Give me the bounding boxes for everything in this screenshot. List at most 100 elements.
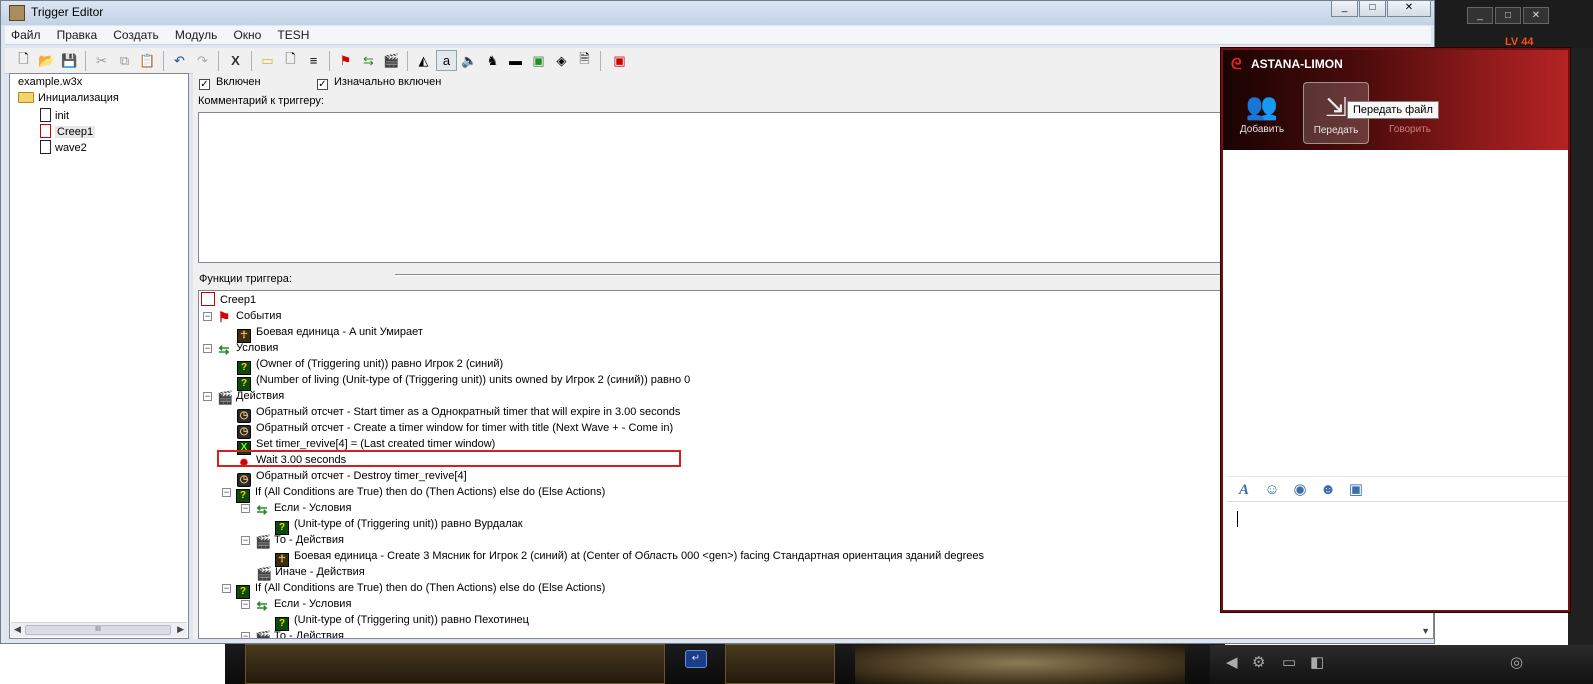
chat-input[interactable] xyxy=(1227,503,1568,608)
message-icon[interactable]: ▭ xyxy=(1282,653,1296,671)
if-block[interactable]: −? If (All Conditions are True) then do (… xyxy=(222,580,605,599)
close-icon[interactable]: ✕ xyxy=(1523,7,1549,24)
maximize-icon[interactable]: □ xyxy=(1359,0,1386,17)
new-action-icon[interactable]: 🎬 xyxy=(381,50,402,71)
object-manager-icon[interactable]: ◈ xyxy=(551,50,572,71)
redo-icon[interactable]: ↷ xyxy=(192,50,213,71)
sticker-icon[interactable]: ◉ xyxy=(1291,481,1309,499)
object-editor-icon[interactable]: ♞ xyxy=(482,50,503,71)
else-actions-node[interactable]: 🎬 Иначе - Действия xyxy=(256,564,365,580)
if-block[interactable]: −? If (All Conditions are True) then do (… xyxy=(222,484,605,503)
copy-icon[interactable]: ⧉ xyxy=(114,50,135,71)
initially-enabled-checkbox[interactable]: ✓ Изначально включен xyxy=(317,76,441,90)
tooltip: Передать файл xyxy=(1347,101,1439,119)
tree-horizontal-scrollbar[interactable]: ◀ III ▶ xyxy=(11,622,187,637)
menu-edit[interactable]: Правка xyxy=(51,26,105,42)
collapse-icon[interactable]: − xyxy=(241,504,250,513)
sound-editor-icon[interactable]: 🔈 xyxy=(459,50,480,71)
minimize-icon[interactable]: _ xyxy=(1331,0,1358,17)
chat-header: ᘓ ASTANA-LIMON 👥 Добавить ⇲ Передать ☁ Г… xyxy=(1223,50,1568,150)
maximize-icon[interactable]: □ xyxy=(1495,7,1521,24)
game-side-panel xyxy=(1568,48,1593,648)
text-caret xyxy=(1237,511,1238,527)
variables-icon[interactable]: X xyxy=(225,50,246,71)
collapse-icon[interactable]: − xyxy=(203,344,212,353)
font-icon[interactable]: A xyxy=(1235,481,1253,499)
cut-icon[interactable]: ✂ xyxy=(91,50,112,71)
new-condition-icon[interactable]: ⇆ xyxy=(358,50,379,71)
close-icon[interactable]: ✕ xyxy=(1387,0,1431,17)
undo-icon[interactable]: ↶ xyxy=(169,50,190,71)
collapse-icon[interactable]: − xyxy=(222,584,231,593)
menu-module[interactable]: Модуль xyxy=(169,26,225,42)
app-icon xyxy=(9,5,25,21)
new-file-icon[interactable]: 🗋 xyxy=(13,50,34,71)
scroll-down-icon[interactable]: ▼ xyxy=(1421,626,1430,636)
image-icon[interactable]: ▣ xyxy=(1347,481,1365,499)
smiley-pack-icon[interactable]: ☻ xyxy=(1319,481,1337,499)
menu-create[interactable]: Создать xyxy=(107,26,166,42)
condition-row[interactable]: ? (Unit-type of (Triggering unit)) равно … xyxy=(275,612,529,631)
tree-item-init[interactable]: init xyxy=(40,108,69,122)
event-row[interactable]: ☥ Боевая единица - A unit Умирает xyxy=(237,324,423,343)
garena-logo-icon: ᘓ xyxy=(1231,56,1242,73)
paste-icon[interactable]: 📋 xyxy=(137,50,158,71)
tree-item-wave2[interactable]: wave2 xyxy=(40,140,87,154)
collapse-icon[interactable]: − xyxy=(241,632,250,638)
collapse-icon[interactable]: − xyxy=(241,536,250,545)
trigger-editor-icon[interactable]: a xyxy=(436,50,457,71)
trigger-editor-window: Trigger Editor _ □ ✕ Файл Правка Создать… xyxy=(0,0,1435,644)
collapse-icon[interactable]: − xyxy=(203,392,212,401)
back-icon[interactable]: ◀ xyxy=(1226,653,1238,671)
open-folder-icon[interactable]: 📂 xyxy=(36,50,57,71)
flag-icon: ⚑ xyxy=(217,309,231,325)
campaign-editor-icon[interactable]: ▬ xyxy=(505,50,526,71)
terrain-editor-icon[interactable]: ◭ xyxy=(413,50,434,71)
gear-icon[interactable]: ⚙ xyxy=(1252,653,1265,671)
add-button[interactable]: 👥 Добавить xyxy=(1229,82,1295,144)
menu-window[interactable]: Окно xyxy=(227,26,268,42)
if-conditions-node[interactable]: − ⇆ Если - Условия xyxy=(241,500,351,516)
logo-icon: ◎ xyxy=(1510,654,1524,671)
condition-row[interactable]: ? (Owner of (Triggering unit)) равно Игро… xyxy=(237,356,503,375)
trigger-root[interactable]: Creep1 xyxy=(201,292,256,308)
actions-node[interactable]: − 🎬 Действия xyxy=(203,388,284,404)
tree-folder-init[interactable]: Инициализация xyxy=(18,92,119,104)
then-actions-node[interactable]: − 🎬 То - Действия xyxy=(241,628,344,638)
new-category-icon[interactable]: ▭ xyxy=(257,50,278,71)
condition-row[interactable]: ? (Unit-type of (Triggering unit)) равно … xyxy=(275,516,523,535)
new-trigger-icon[interactable]: 🗋 xyxy=(280,50,301,71)
if-conditions-node[interactable]: − ⇆ Если - Условия xyxy=(241,596,351,612)
collapse-icon[interactable]: − xyxy=(241,600,250,609)
save-icon[interactable]: 💾 xyxy=(59,50,80,71)
test-map-icon[interactable]: ▣ xyxy=(609,50,630,71)
action-row[interactable]: ◷ Обратный отсчет - Create a timer window… xyxy=(237,420,673,439)
then-actions-node[interactable]: − 🎬 То - Действия xyxy=(241,532,344,548)
trigger-doc-icon xyxy=(40,140,51,154)
chat-icon[interactable]: ◧ xyxy=(1310,653,1324,671)
trigger-tree: example.w3x Инициализация init Creep1 wa… xyxy=(9,73,189,639)
conditions-node[interactable]: − ⇆ Условия xyxy=(203,340,278,356)
minimize-icon[interactable]: _ xyxy=(1467,7,1493,24)
collapse-icon[interactable]: − xyxy=(222,488,231,497)
menu-tesh[interactable]: TESH xyxy=(271,26,316,42)
chat-window: ᘓ ASTANA-LIMON 👥 Добавить ⇲ Передать ☁ Г… xyxy=(1221,48,1570,612)
emoji-icon[interactable]: ☺ xyxy=(1263,481,1281,499)
action-row[interactable]: ☥ Боевая единица - Create 3 Мясник for Иг… xyxy=(275,548,984,567)
import-manager-icon[interactable]: 🗎 xyxy=(574,50,595,71)
new-event-icon[interactable]: ⚑ xyxy=(335,50,356,71)
condition-row[interactable]: ? (Number of living (Unit-type of (Trigge… xyxy=(237,372,690,391)
action-row[interactable]: ◷ Обратный отсчет - Destroy timer_revive[… xyxy=(237,468,467,487)
ai-editor-icon[interactable]: ▣ xyxy=(528,50,549,71)
events-node[interactable]: − ⚑ События xyxy=(203,308,281,324)
tree-item-creep1[interactable]: Creep1 xyxy=(40,124,96,138)
clapper-icon: 🎬 xyxy=(217,390,234,405)
new-comment-icon[interactable]: ≡ xyxy=(303,50,324,71)
clapper-icon: 🎬 xyxy=(255,534,272,549)
enabled-checkbox[interactable]: ✓ Включен xyxy=(199,76,261,90)
enter-icon[interactable]: ↵ xyxy=(685,650,707,668)
tree-root[interactable]: example.w3x xyxy=(18,76,82,88)
action-row[interactable]: ◷ Обратный отсчет - Start timer as a Одно… xyxy=(237,404,680,423)
collapse-icon[interactable]: − xyxy=(203,312,212,321)
menu-file[interactable]: Файл xyxy=(5,26,48,42)
